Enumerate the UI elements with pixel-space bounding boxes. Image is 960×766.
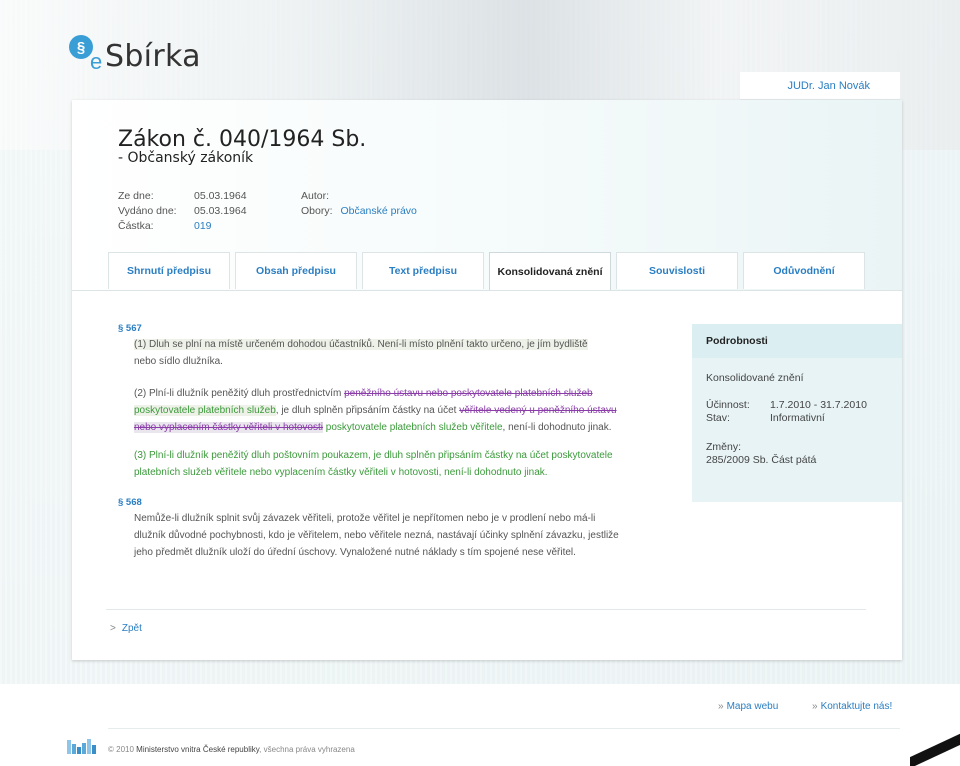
double-chevron-icon: » (812, 701, 818, 712)
details-type: Konsolidované znění (706, 372, 804, 384)
copy-org: Ministerstvo vnitra České republiky (136, 745, 260, 754)
copy-prefix: © 2010 (108, 745, 134, 754)
back-label: Zpět (121, 623, 142, 634)
meta-date: Ze dne: 05.03.1964 (118, 190, 247, 202)
content-divider (106, 609, 866, 610)
details-panel: Podrobnosti Konsolidované znění Účinnost… (692, 324, 902, 502)
meta-part: Částka: 019 (118, 220, 212, 232)
footer-link-contact[interactable]: » Kontaktujte nás! (812, 701, 892, 712)
p1-line2: nebo sídlo dlužníka. (134, 356, 223, 367)
section-568-text: Nemůže-li dlužník splnit svůj závazek vě… (134, 510, 654, 561)
meta-issued-value: 05.03.1964 (194, 205, 247, 217)
tab-summary[interactable]: Shrnutí předpisu (108, 252, 230, 289)
meta-fields-link[interactable]: Občanské právo (340, 205, 416, 217)
p2-deleted-2a: věřitele vedený u peněžního ústavu (459, 405, 617, 416)
sitemap-label: Mapa webu (726, 701, 779, 712)
chevron-right-icon: > (110, 623, 116, 634)
meta-issued-label: Vydáno dne: (118, 205, 177, 217)
tab-text[interactable]: Text předpisu (362, 252, 484, 289)
meta-author: Autor: (301, 190, 329, 202)
p3-line1: (3) Plní-li dlužník peněžitý dluh poštov… (134, 450, 613, 461)
meta-date-label: Ze dne: (118, 190, 154, 202)
section-567-p1: (1) Dluh se plní na místě určeném dohodo… (134, 336, 654, 370)
p2-text-a: (2) Plní-li dlužník peněžitý dluh prostř… (134, 388, 345, 399)
copy-suffix: , všechna práva vyhrazena (259, 745, 355, 754)
page-title: Zákon č. 040/1964 Sb. (118, 127, 367, 152)
p2-text-b: , je dluh splněn připsáním částky na úče… (275, 405, 460, 416)
footer-divider (108, 728, 900, 729)
page-subtitle: - Občanský zákoník (118, 150, 254, 166)
main-card: Zákon č. 040/1964 Sb. - Občanský zákoník… (72, 100, 960, 766)
s568-line2: dlužník důvodné pochybnosti, kdo je věři… (134, 530, 619, 541)
section-567-link[interactable]: § 567 (118, 323, 142, 334)
meta-author-label: Autor: (301, 190, 330, 202)
details-changes-link[interactable]: 285/2009 Sb. Část pátá (706, 454, 816, 466)
meta-issued: Vydáno dne: 05.03.1964 (118, 205, 247, 217)
decorative-stripe (910, 732, 960, 766)
meta-part-link[interactable]: 019 (194, 220, 212, 232)
p1-line1: (1) Dluh se plní na místě určeném dohodo… (134, 339, 588, 350)
details-effect-label: Účinnost: (706, 399, 750, 411)
meta-fields-label: Obory: (301, 205, 333, 217)
tab-justification[interactable]: Odůvodnění (743, 252, 865, 289)
footer-link-sitemap[interactable]: » Mapa webu (718, 701, 778, 712)
meta-date-value: 05.03.1964 (194, 190, 247, 202)
section-567-p3: (3) Plní-li dlužník peněžitý dluh poštov… (134, 447, 654, 481)
p2-deleted-1: peněžního ústavu nebo poskytovatele plat… (344, 388, 593, 399)
s568-line1: Nemůže-li dlužník splnit svůj závazek vě… (134, 513, 596, 524)
details-effect-value: 1.7.2010 - 31.7.2010 (770, 399, 867, 411)
section-568-link[interactable]: § 568 (118, 497, 142, 508)
details-state-label: Stav: (706, 412, 730, 424)
user-name-link[interactable]: JUDr. Jan Novák (740, 72, 900, 100)
p2-inserted-2: poskytovatele platebních služeb věřitele (322, 422, 503, 433)
back-link[interactable]: > Zpět (110, 623, 142, 634)
copyright: © 2010 Ministerstvo vnitra České republi… (108, 745, 355, 754)
p2-deleted-2b: nebo vyplacením částky věřiteli v hotovo… (134, 422, 323, 433)
logo-text: Sbírka (105, 39, 201, 74)
section-567-p2: (2) Plní-li dlužník peněžitý dluh prostř… (134, 385, 654, 436)
details-heading: Podrobnosti (692, 324, 902, 358)
p3-line2: platebních služeb věřitele nebo vyplacen… (134, 467, 548, 478)
details-state-value: Informativní (770, 412, 825, 424)
meta-fields: Obory: Občanské právo (301, 205, 417, 217)
s568-line3: jeho předmět dlužník uloží do úřední úsc… (134, 547, 576, 558)
p2-text-c: , není-li dohodnuto jinak. (502, 422, 612, 433)
ministry-logo-icon (67, 739, 96, 754)
logo-e: e (90, 49, 103, 74)
tab-consolidated[interactable]: Konsolidovaná znění (489, 252, 611, 290)
meta-part-label: Částka: (118, 220, 154, 232)
tab-divider (72, 290, 902, 291)
tab-relations[interactable]: Souvislosti (616, 252, 738, 289)
details-changes-label: Změny: (706, 441, 742, 453)
contact-label: Kontaktujte nás! (820, 701, 893, 712)
tab-bar: Shrnutí předpisu Obsah předpisu Text pře… (108, 252, 908, 290)
p2-inserted-1: poskytovatele platebních služeb (134, 405, 276, 416)
double-chevron-icon: » (718, 701, 724, 712)
tab-contents[interactable]: Obsah předpisu (235, 252, 357, 289)
